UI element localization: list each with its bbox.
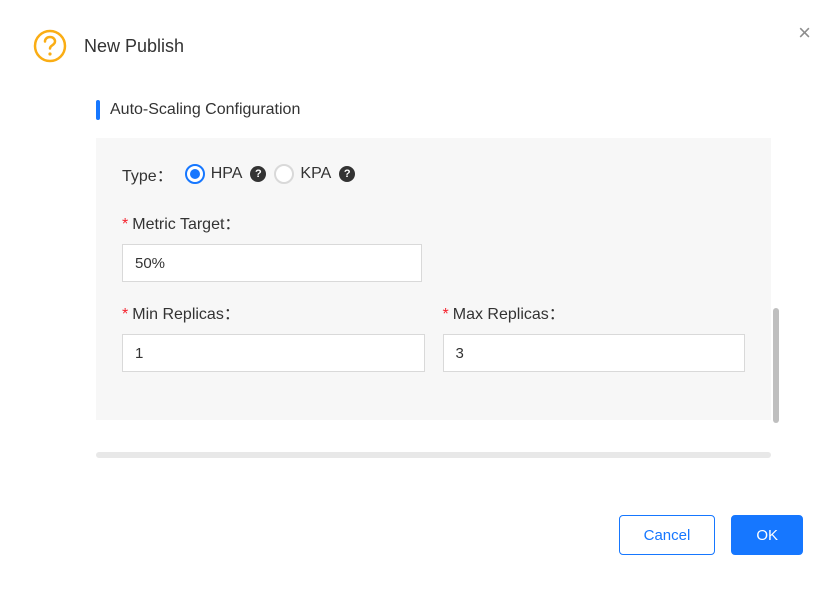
radio-hpa-label: HPA: [211, 165, 243, 183]
metric-target-field: *Metric Target：: [122, 210, 422, 282]
dialog-footer: Cancel OK: [619, 515, 803, 555]
replicas-row: *Min Replicas： *Max Replicas：: [122, 300, 745, 372]
help-icon[interactable]: ?: [339, 166, 355, 182]
max-replicas-label: *Max Replicas：: [443, 300, 746, 324]
metric-target-row: *Metric Target：: [122, 210, 745, 282]
min-replicas-input[interactable]: [122, 334, 425, 372]
close-button[interactable]: ×: [798, 22, 811, 44]
radio-kpa[interactable]: [274, 164, 294, 184]
radio-item-hpa: HPA ?: [185, 164, 267, 184]
metric-target-input[interactable]: [122, 244, 422, 282]
horizontal-scrollbar[interactable]: [96, 452, 771, 458]
type-radio-group: HPA ? KPA ?: [185, 164, 356, 184]
help-icon[interactable]: ?: [250, 166, 266, 182]
new-publish-dialog: × New Publish Auto-Scaling Configuration…: [0, 0, 835, 591]
radio-kpa-label: KPA: [300, 165, 331, 183]
question-circle-icon: [32, 28, 68, 64]
vertical-scrollbar[interactable]: [773, 308, 779, 423]
ok-button[interactable]: OK: [731, 515, 803, 555]
section-accent-bar: [96, 100, 100, 120]
required-marker: *: [443, 306, 449, 323]
cancel-button[interactable]: Cancel: [619, 515, 716, 555]
dialog-header: New Publish: [32, 28, 803, 64]
dialog-content: Auto-Scaling Configuration Type： HPA ? K…: [96, 100, 771, 458]
radio-item-kpa: KPA ?: [274, 164, 355, 184]
min-replicas-field: *Min Replicas：: [122, 300, 425, 372]
required-marker: *: [122, 216, 128, 233]
radio-hpa[interactable]: [185, 164, 205, 184]
max-replicas-input[interactable]: [443, 334, 746, 372]
config-panel: Type： HPA ? KPA ?: [96, 138, 771, 420]
type-row: Type： HPA ? KPA ?: [122, 162, 745, 186]
metric-target-label: *Metric Target：: [122, 210, 422, 234]
type-label: Type：: [122, 162, 173, 186]
min-replicas-label: *Min Replicas：: [122, 300, 425, 324]
required-marker: *: [122, 306, 128, 323]
max-replicas-field: *Max Replicas：: [443, 300, 746, 372]
dialog-title: New Publish: [84, 36, 184, 57]
section-title: Auto-Scaling Configuration: [110, 101, 300, 119]
close-icon: ×: [798, 20, 811, 45]
section-header: Auto-Scaling Configuration: [96, 100, 771, 120]
